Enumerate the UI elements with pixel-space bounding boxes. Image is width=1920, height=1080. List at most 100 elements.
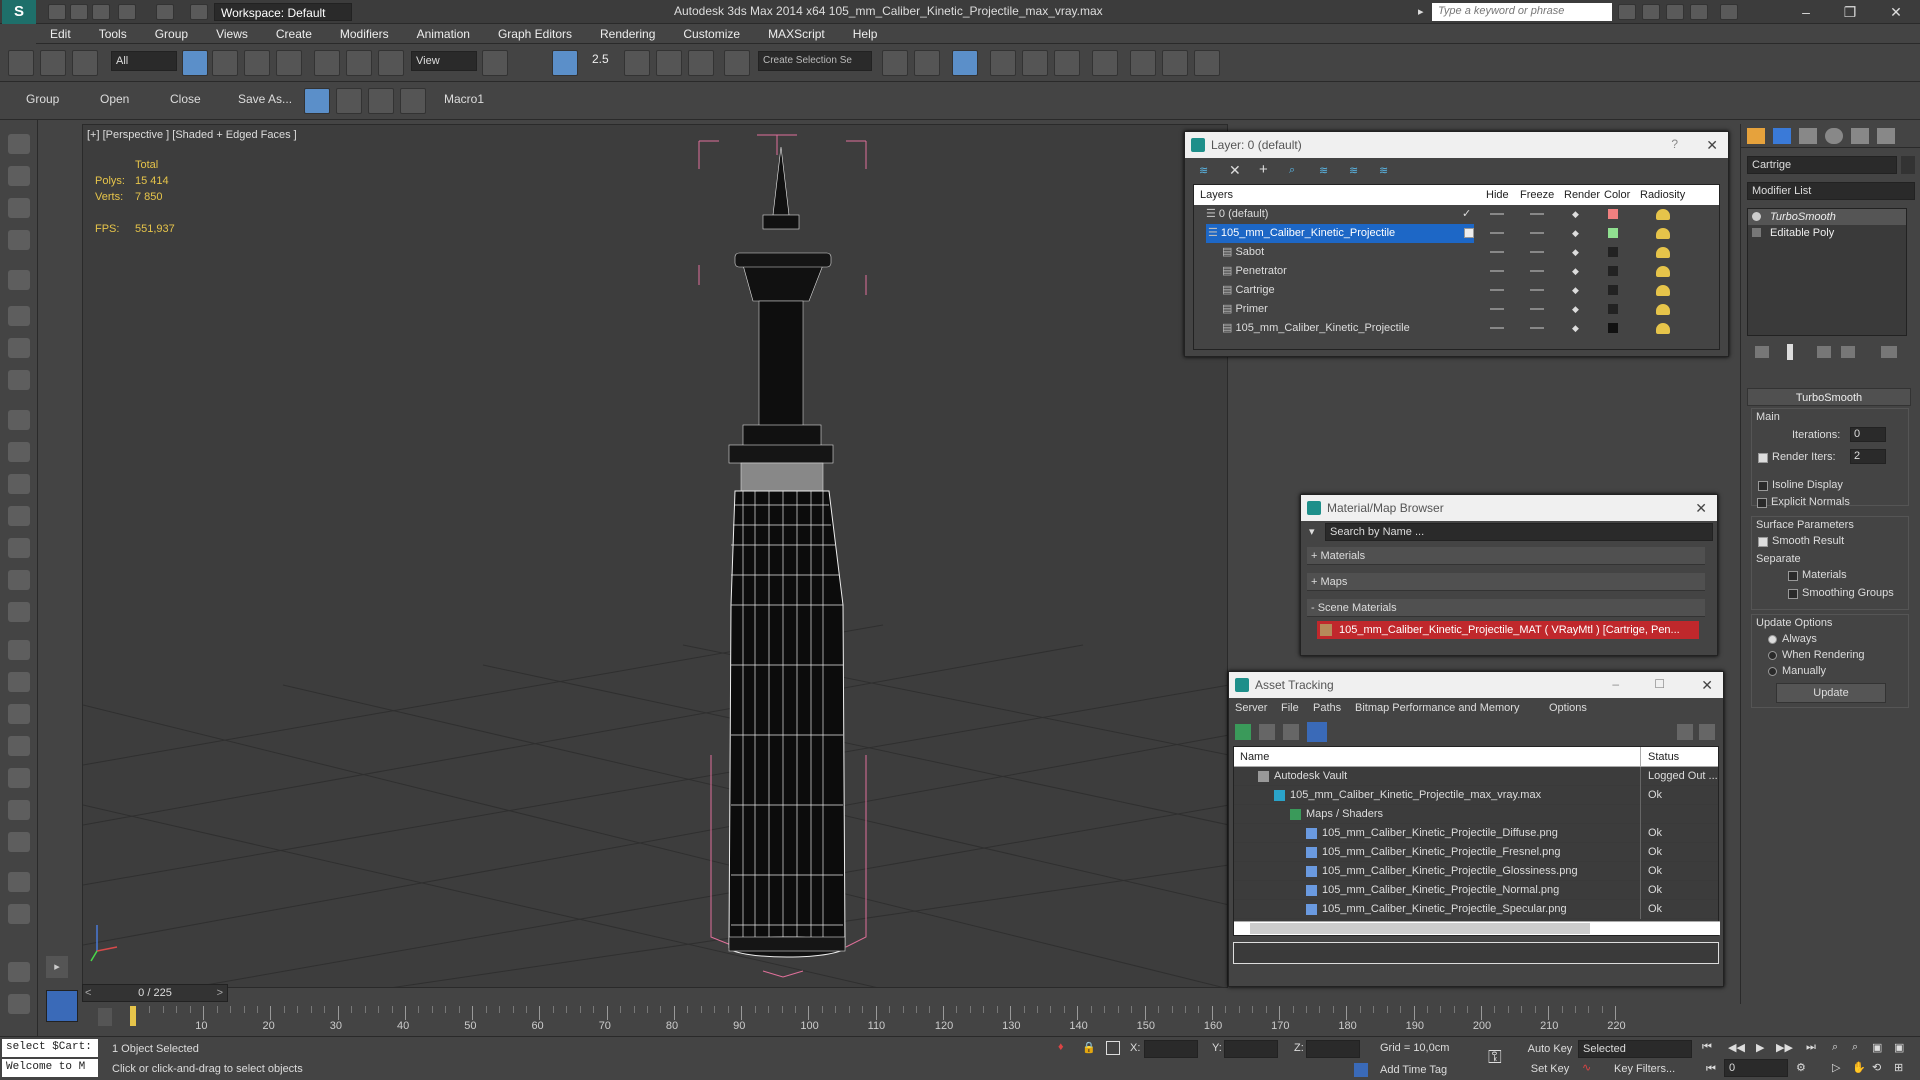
save-file-icon[interactable]: [92, 4, 110, 20]
hide-toggle-icon[interactable]: [1490, 300, 1504, 319]
hide-toggle-icon[interactable]: [1490, 243, 1504, 262]
search-input[interactable]: Type a keyword or phrase: [1432, 3, 1612, 21]
layer-row[interactable]: ▤ Penetrator ◆: [1194, 262, 1719, 281]
y-coord-field[interactable]: [1224, 1040, 1278, 1058]
particles-icon[interactable]: [8, 672, 30, 692]
add-to-layer-icon[interactable]: +: [1259, 161, 1268, 178]
freeze-toggle-icon[interactable]: [1530, 300, 1544, 319]
close-group-button[interactable]: Close: [170, 92, 201, 106]
col-status[interactable]: Status: [1648, 747, 1679, 767]
object-color-swatch[interactable]: [1901, 156, 1915, 174]
close-icon[interactable]: ✕: [1876, 2, 1916, 22]
separate-smoothing-groups-checkbox[interactable]: [1788, 589, 1798, 599]
helper-icon[interactable]: [8, 338, 30, 358]
render-teapot-icon[interactable]: ◆: [1572, 224, 1579, 243]
render-teapot-icon[interactable]: ◆: [1572, 319, 1579, 338]
menu-animation[interactable]: Animation: [403, 24, 484, 41]
filter-arrow-icon[interactable]: ▾: [1309, 525, 1315, 538]
modifier-list-dropdown[interactable]: Modifier List: [1747, 182, 1915, 200]
layer-dialog-titlebar[interactable]: Layer: 0 (default) ? ✕: [1185, 132, 1728, 158]
zoom-extents-icon[interactable]: ▣: [1872, 1041, 1882, 1054]
utilities-tab-icon[interactable]: [1877, 128, 1895, 144]
keyboard-shortcut-icon[interactable]: [552, 50, 578, 76]
create-tab-icon[interactable]: [1747, 128, 1765, 144]
configure-modifier-sets-icon[interactable]: [1881, 346, 1897, 358]
freeze-toggle-icon[interactable]: [1530, 205, 1544, 224]
set-current-layer-icon[interactable]: [1464, 224, 1479, 243]
scale-icon[interactable]: [378, 50, 404, 76]
close-icon[interactable]: ✕: [1695, 500, 1707, 517]
x-coord-field[interactable]: [1144, 1040, 1198, 1058]
freeze-all-layers-icon[interactable]: ≋: [1379, 164, 1388, 177]
col-layers[interactable]: Layers: [1200, 185, 1233, 205]
pin-stack-icon[interactable]: [1755, 346, 1769, 358]
asset-row[interactable]: 105_mm_Caliber_Kinetic_Projectile_Glossi…: [1234, 862, 1718, 881]
materials-section[interactable]: + Materials: [1307, 547, 1705, 565]
reference-coordinate-dropdown[interactable]: View: [411, 51, 477, 71]
maxscript-listener-line2[interactable]: Welcome to M: [2, 1059, 98, 1077]
render-production-icon[interactable]: [1194, 50, 1220, 76]
asset-row[interactable]: 105_mm_Caliber_Kinetic_Projectile_Diffus…: [1234, 824, 1718, 843]
explicit-normals-checkbox[interactable]: [1757, 498, 1767, 508]
menu-group[interactable]: Group: [141, 24, 202, 41]
globe-icon[interactable]: [8, 872, 30, 892]
angle-snap-icon[interactable]: [624, 50, 650, 76]
settings-icon[interactable]: [1699, 724, 1715, 740]
radiosity-sun-icon[interactable]: [1656, 319, 1670, 341]
manually-radio[interactable]: [1768, 667, 1777, 676]
hide-toggle-icon[interactable]: [1490, 319, 1504, 338]
menu-edit[interactable]: Edit: [36, 24, 85, 41]
show-end-result-icon[interactable]: [1787, 344, 1793, 360]
set-key-icon[interactable]: ⚿: [1488, 1047, 1502, 1068]
iterations-spinner[interactable]: 0: [1850, 427, 1886, 442]
mini-listener-icon[interactable]: [46, 990, 78, 1022]
link-icon[interactable]: [8, 50, 34, 76]
minimize-icon[interactable]: –: [1786, 2, 1826, 22]
isoline-display-checkbox[interactable]: [1758, 481, 1768, 491]
move-icon[interactable]: [314, 50, 340, 76]
set-key-button[interactable]: Set Key: [1524, 1061, 1576, 1077]
layer-explorer-icon[interactable]: [8, 198, 30, 218]
layer-color-swatch[interactable]: [1608, 319, 1618, 340]
scene-canvas[interactable]: [83, 125, 1228, 988]
workspace-dropdown[interactable]: Workspace: Default: [214, 3, 352, 21]
hemisphere-icon[interactable]: [8, 442, 30, 462]
motion-tab-icon[interactable]: [1825, 128, 1843, 144]
compass-icon[interactable]: [8, 704, 30, 724]
rectangle-selection-icon[interactable]: [244, 50, 270, 76]
play-icon[interactable]: ▶: [1756, 1041, 1764, 1054]
pan-view-icon[interactable]: ✋: [1852, 1061, 1866, 1074]
maximize-viewport-icon[interactable]: ⊞: [1894, 1061, 1903, 1074]
rotate-icon[interactable]: [346, 50, 372, 76]
absolute-mode-icon[interactable]: [1106, 1041, 1120, 1055]
zoom-all-icon[interactable]: ⌕: [1852, 1041, 1858, 1054]
remove-modifier-icon[interactable]: [1841, 346, 1855, 358]
menu-rendering[interactable]: Rendering: [586, 24, 669, 41]
edit-named-selection-icon[interactable]: [724, 50, 750, 76]
timeline-track[interactable]: 10 20 30 40 50 60 70 80 90 100 110 120 130 140 150 160 1…: [82, 1006, 1692, 1036]
render-teapot-icon[interactable]: ◆: [1572, 300, 1579, 319]
time-configuration-icon[interactable]: ⚙: [1796, 1061, 1806, 1074]
asset-tracking-titlebar[interactable]: Asset Tracking – ☐ ✕: [1229, 672, 1723, 698]
menu-help[interactable]: Help: [839, 24, 892, 41]
hierarchy-tab-icon[interactable]: [1799, 128, 1817, 144]
display-tab-icon[interactable]: [1851, 128, 1869, 144]
menu-maxscript[interactable]: MAXScript: [754, 24, 839, 41]
layer-color-swatch[interactable]: [1608, 243, 1618, 264]
asset-path-field[interactable]: [1233, 942, 1719, 964]
layer-color-swatch[interactable]: [1608, 262, 1618, 283]
layer-color-swatch[interactable]: [1608, 224, 1618, 245]
project-folder-icon[interactable]: [190, 4, 208, 20]
col-freeze[interactable]: Freeze: [1520, 185, 1554, 205]
thumbnail-view-icon[interactable]: [1283, 724, 1299, 740]
render-iters-checkbox[interactable]: [1758, 453, 1768, 463]
asset-menu-options[interactable]: Options: [1549, 698, 1587, 718]
light-icon[interactable]: [8, 270, 30, 290]
col-name[interactable]: Name: [1240, 747, 1269, 767]
menu-graph-editors[interactable]: Graph Editors: [484, 24, 586, 41]
list-view-icon[interactable]: [1259, 724, 1275, 740]
select-by-name-icon[interactable]: [212, 50, 238, 76]
macro-tool-1-icon[interactable]: [304, 88, 330, 114]
render-iters-spinner[interactable]: 2: [1850, 449, 1886, 464]
mirror-icon[interactable]: [882, 50, 908, 76]
